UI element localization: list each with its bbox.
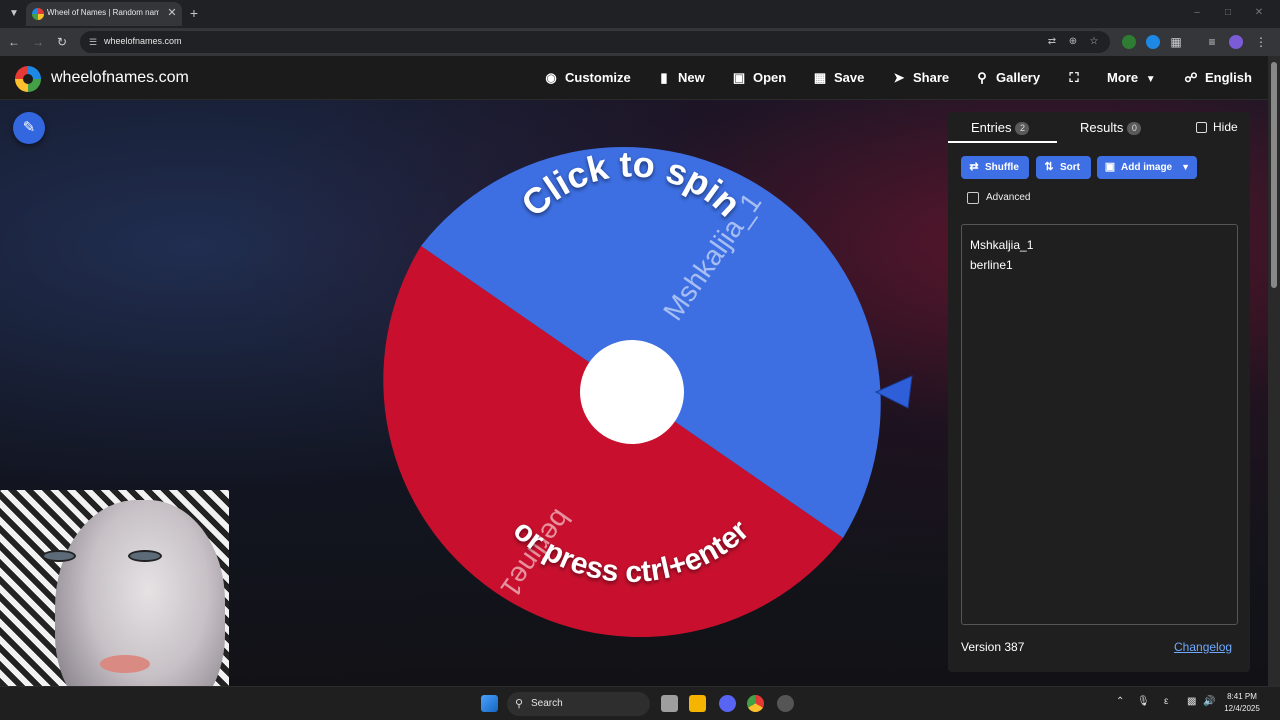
input-method-icon[interactable]: ε <box>1164 696 1168 707</box>
taskbar-search-label: Search <box>531 698 563 709</box>
tab-search-chevron-icon[interactable]: ▼ <box>6 6 22 22</box>
add-image-button[interactable]: ▣ Add image ▼ <box>1097 156 1197 179</box>
discord-icon[interactable] <box>719 695 736 712</box>
browser-toolbar: ← → ↻ ☰ wheelofnames.com ⇄ ⊕ ☆ ▦ ≡ ⋮ <box>0 28 1280 56</box>
reading-list-icon[interactable]: ≡ <box>1204 34 1220 50</box>
folder-open-icon: ▣ <box>732 70 746 85</box>
nav-fullscreen[interactable]: ⛶ <box>1066 70 1088 88</box>
new-tab-icon[interactable]: + <box>187 5 201 21</box>
forward-icon[interactable]: → <box>30 34 46 50</box>
site-header: wheelofnames.com ◉ Customize ▮ New ▣ Open ▦… <box>0 56 1268 100</box>
clock-time: 8:41 PM <box>1227 692 1257 701</box>
browser-tab[interactable]: Wheel of Names | Random name ✕ <box>26 2 182 26</box>
bookmark-star-icon[interactable]: ☆ <box>1088 36 1100 48</box>
clock-date: 12/4/2025 <box>1224 704 1260 713</box>
reload-icon[interactable]: ↻ <box>54 34 70 50</box>
advanced-checkbox[interactable] <box>967 192 979 204</box>
browser-tabstrip: ▼ Wheel of Names | Random name ✕ + – □ ✕ <box>0 0 1280 28</box>
share-icon: ➤ <box>893 70 905 85</box>
nav-new[interactable]: ▮ New <box>656 70 704 88</box>
translate-icon[interactable]: ⇄ <box>1046 36 1058 48</box>
minimize-icon[interactable]: – <box>1190 6 1204 20</box>
back-icon[interactable]: ← <box>6 34 22 50</box>
entries-panel: Entries 2 Results 0 Hide ⇄ Shuffle ⇅ Sort ▣ A… <box>948 112 1250 672</box>
extension-shield-icon[interactable] <box>1122 35 1136 49</box>
file-explorer-icon[interactable] <box>689 695 706 712</box>
entry-line: berline1 <box>970 258 1013 272</box>
extensions-puzzle-icon[interactable]: ▦ <box>1168 34 1184 50</box>
chevron-down-icon: ▼ <box>1181 162 1191 172</box>
sort-button[interactable]: ⇅ Sort <box>1036 156 1091 179</box>
chevron-down-icon: ▼ <box>1145 74 1156 85</box>
site-info-icon[interactable]: ☰ <box>87 36 99 48</box>
site-logo-icon[interactable] <box>15 66 41 92</box>
wheel[interactable]: Mshkaljia_1 berline1 Click to spin or pr… <box>355 112 925 686</box>
taskbar-clock[interactable]: 8:41 PM 12/4/2025 <box>1222 691 1262 715</box>
address-bar[interactable]: ☰ wheelofnames.com ⇄ ⊕ ☆ <box>80 31 1110 53</box>
edit-pencil-button[interactable]: ✎ <box>13 112 45 144</box>
search-icon: ⚲ <box>977 70 987 85</box>
shuffle-icon: ⇄ <box>969 161 979 173</box>
webcam-lips <box>100 655 150 673</box>
nav-language[interactable]: ☍ English <box>1183 70 1252 88</box>
microphone-icon[interactable]: 🎙 <box>1137 696 1150 707</box>
nav-share[interactable]: ➤ Share <box>891 70 950 88</box>
task-view-icon[interactable] <box>661 695 678 712</box>
start-icon[interactable] <box>481 695 498 712</box>
hide-checkbox[interactable] <box>1196 122 1207 133</box>
obs-icon[interactable] <box>777 695 794 712</box>
advanced-label[interactable]: Advanced <box>986 192 1030 203</box>
nav-more[interactable]: More ▼ <box>1107 70 1156 88</box>
profile-avatar-icon[interactable] <box>1229 35 1243 49</box>
nav-open[interactable]: ▣ Open <box>731 70 786 88</box>
screen: ▼ Wheel of Names | Random name ✕ + – □ ✕… <box>0 0 1280 720</box>
hide-label[interactable]: Hide <box>1213 120 1238 134</box>
active-tab-underline <box>948 141 1057 143</box>
nav-gallery[interactable]: ⚲ Gallery <box>974 70 1040 88</box>
tab-favicon-icon <box>32 8 44 20</box>
entry-line: Mshkaljia_1 <box>970 238 1034 252</box>
wheel-center-hub[interactable] <box>580 340 684 444</box>
palette-icon: ◉ <box>545 70 557 85</box>
floppy-icon: ▦ <box>813 70 827 85</box>
file-icon: ▮ <box>660 70 668 85</box>
entries-count-badge: 2 <box>1015 122 1030 135</box>
shuffle-button[interactable]: ⇄ Shuffle <box>961 156 1029 179</box>
window-close-icon[interactable]: ✕ <box>1252 6 1266 20</box>
search-icon: ⚲ <box>515 698 524 710</box>
chrome-icon[interactable] <box>747 695 764 712</box>
tab-title: Wheel of Names | Random name <box>47 8 159 17</box>
windows-taskbar: ⚲ Search ⌃ 🎙 ε ▩ 🔊 8:41 PM 12/4/2025 <box>0 686 1280 720</box>
network-icon[interactable]: ▩ <box>1187 696 1196 707</box>
changelog-link[interactable]: Changelog <box>1174 640 1232 654</box>
zoom-icon[interactable]: ⊕ <box>1067 36 1079 48</box>
results-count-badge: 0 <box>1127 122 1142 135</box>
webcam-eye-right <box>128 550 162 562</box>
version-label: Version 387 <box>961 640 1025 654</box>
address-url[interactable]: wheelofnames.com <box>104 36 182 46</box>
wheel-pointer-icon <box>874 375 913 409</box>
webcam-eye-left <box>42 550 76 562</box>
maximize-icon[interactable]: □ <box>1221 6 1235 20</box>
entries-textarea[interactable]: Mshkaljia_1 berline1 <box>961 224 1238 625</box>
tray-chevron-icon[interactable]: ⌃ <box>1116 696 1124 707</box>
scrollbar-thumb[interactable] <box>1271 62 1277 288</box>
browser-menu-icon[interactable]: ⋮ <box>1253 34 1269 50</box>
image-icon: ▣ <box>1104 161 1116 173</box>
panel-tabs: Entries 2 Results 0 Hide <box>948 112 1250 144</box>
page-scrollbar[interactable] <box>1268 56 1280 686</box>
tab-results[interactable]: Results 0 <box>1080 120 1142 135</box>
site-title[interactable]: wheelofnames.com <box>51 69 189 87</box>
tab-close-icon[interactable]: ✕ <box>166 7 178 19</box>
extension-blue-icon[interactable] <box>1146 35 1160 49</box>
nav-save[interactable]: ▦ Save <box>812 70 865 88</box>
tab-entries[interactable]: Entries 2 <box>971 120 1030 135</box>
taskbar-search[interactable]: ⚲ Search <box>507 692 650 716</box>
globe-icon: ☍ <box>1184 70 1198 85</box>
nav-customize[interactable]: ◉ Customize <box>543 70 630 88</box>
sort-icon: ⇅ <box>1044 161 1054 173</box>
volume-icon[interactable]: 🔊 <box>1203 696 1215 707</box>
fullscreen-icon: ⛶ <box>1069 70 1079 85</box>
